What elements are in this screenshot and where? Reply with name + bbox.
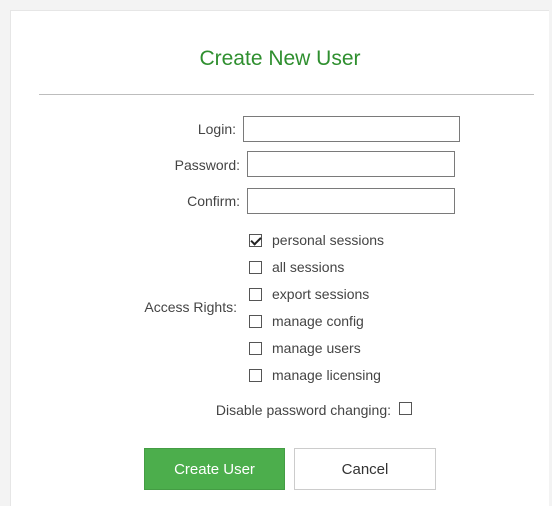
access-right-export-sessions[interactable]: export sessions [249, 284, 369, 304]
confirm-label: Confirm: [187, 193, 240, 209]
access-right-label: manage users [272, 340, 361, 356]
checkbox-all-sessions[interactable] [249, 260, 262, 274]
access-right-personal-sessions[interactable]: personal sessions [249, 230, 384, 250]
access-right-all-sessions[interactable]: all sessions [249, 257, 344, 277]
checkbox-manage-licensing[interactable] [249, 368, 262, 382]
login-input[interactable] [243, 116, 460, 142]
password-label: Password: [174, 157, 240, 173]
access-right-label: manage config [272, 313, 364, 329]
checkbox-personal-sessions[interactable] [249, 233, 262, 247]
checkbox-export-sessions[interactable] [249, 287, 262, 301]
access-right-label: personal sessions [272, 232, 385, 248]
confirm-input[interactable] [247, 188, 455, 214]
password-input[interactable] [247, 151, 455, 177]
create-user-button[interactable]: Create User [144, 448, 285, 490]
access-rights-label: Access Rights: [144, 299, 237, 315]
disable-password-checkbox[interactable] [399, 402, 412, 415]
checkbox-manage-users[interactable] [249, 341, 262, 355]
checkbox-manage-config[interactable] [249, 314, 262, 328]
cancel-button[interactable]: Cancel [294, 448, 436, 490]
disable-password-label: Disable password changing: [215, 402, 391, 418]
dialog-title: Create New User [199, 47, 361, 70]
access-right-manage-licensing[interactable]: manage licensing [249, 365, 381, 385]
access-right-label: all sessions [272, 259, 345, 275]
access-right-label: export sessions [272, 286, 370, 302]
access-right-manage-users[interactable]: manage users [249, 338, 361, 358]
access-right-manage-config[interactable]: manage config [249, 311, 364, 331]
title-divider [39, 94, 534, 95]
access-right-label: manage licensing [272, 367, 381, 383]
create-user-dialog: Create New User Login: Password: Confirm… [10, 10, 549, 506]
login-label: Login: [197, 121, 236, 137]
